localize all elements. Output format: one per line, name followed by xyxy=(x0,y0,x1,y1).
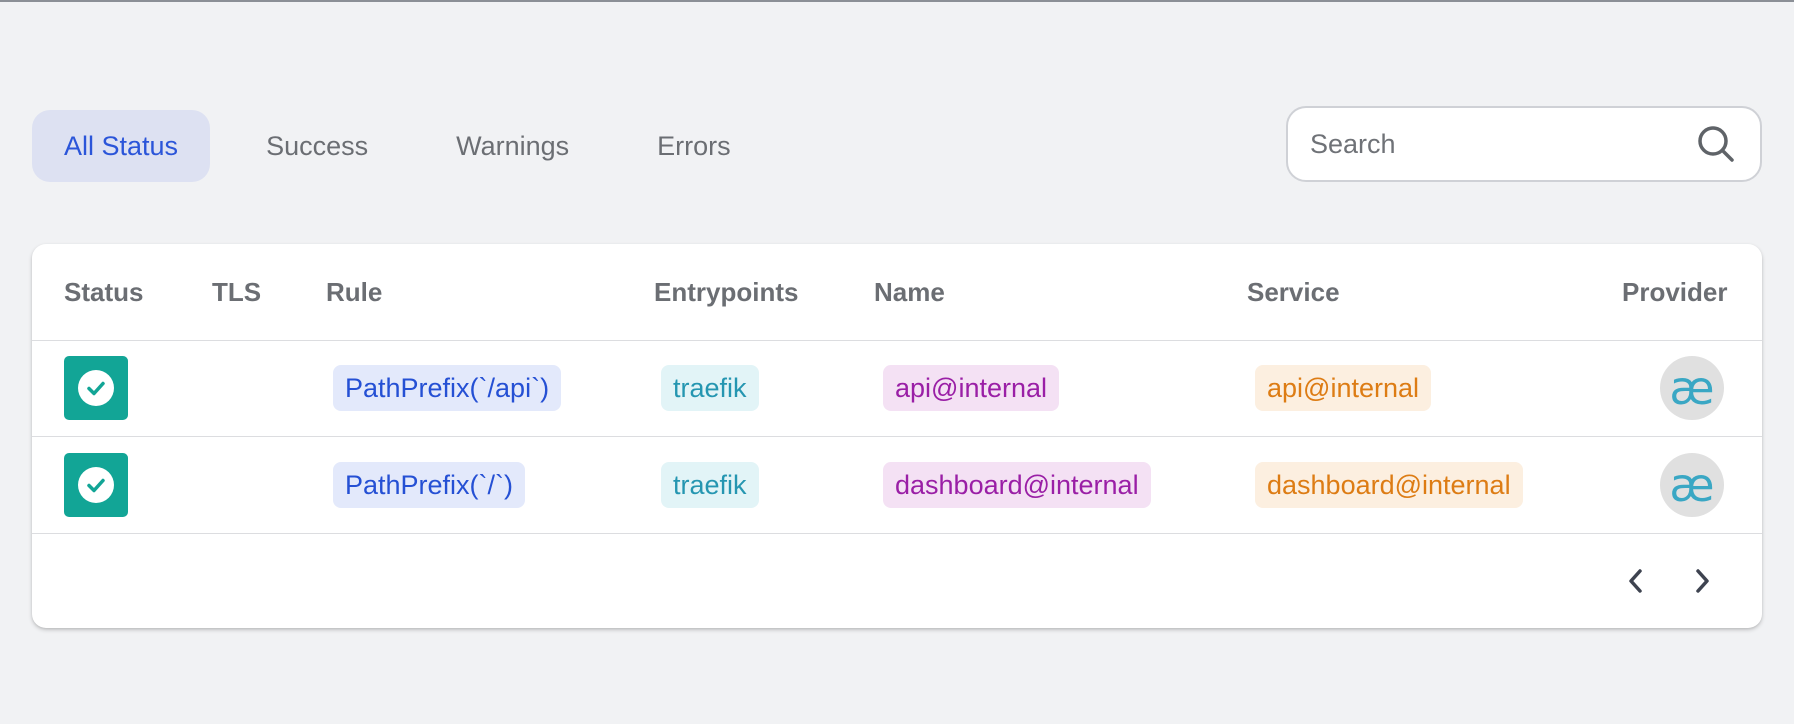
name-cell: api@internal xyxy=(883,340,1059,436)
header-entrypoints[interactable]: Entrypoints xyxy=(654,244,798,340)
status-filter-tabs: All Status Success Warnings Errors xyxy=(32,110,787,182)
entrypoints-cell: traefik xyxy=(661,340,759,436)
router-name-chip: api@internal xyxy=(883,365,1059,411)
service-cell: api@internal xyxy=(1255,340,1431,436)
status-cell xyxy=(64,437,128,533)
search-box[interactable] xyxy=(1286,106,1762,182)
service-cell: dashboard@internal xyxy=(1255,437,1523,533)
name-cell: dashboard@internal xyxy=(883,437,1151,533)
table-row[interactable]: PathPrefix(`/`) traefik dashboard@intern… xyxy=(32,437,1762,534)
rule-cell: PathPrefix(`/api`) xyxy=(333,340,562,436)
entrypoint-chip: traefik xyxy=(661,365,759,411)
rule-chip: PathPrefix(`/`) xyxy=(333,462,526,508)
internal-provider-icon: æ xyxy=(1660,453,1724,517)
status-success-badge xyxy=(64,356,128,420)
search-input[interactable] xyxy=(1288,128,1694,160)
table-header: Status TLS Rule Entrypoints Name Service… xyxy=(32,244,1762,341)
tab-errors[interactable]: Errors xyxy=(625,110,763,182)
next-page-button[interactable] xyxy=(1682,561,1722,601)
top-divider xyxy=(0,0,1794,2)
check-circle-icon xyxy=(78,467,114,503)
tab-all-status[interactable]: All Status xyxy=(32,110,211,182)
routers-table: Status TLS Rule Entrypoints Name Service… xyxy=(32,244,1762,628)
entrypoints-cell: traefik xyxy=(661,437,759,533)
header-status[interactable]: Status xyxy=(64,244,143,340)
tab-warnings[interactable]: Warnings xyxy=(424,110,601,182)
header-name[interactable]: Name xyxy=(874,244,945,340)
tab-success[interactable]: Success xyxy=(234,110,400,182)
rule-cell: PathPrefix(`/`) xyxy=(333,437,526,533)
entrypoint-chip: traefik xyxy=(661,462,759,508)
service-chip: dashboard@internal xyxy=(1255,462,1523,508)
pagination xyxy=(32,534,1762,628)
table-row[interactable]: PathPrefix(`/api`) traefik api@internal … xyxy=(32,340,1762,437)
check-circle-icon xyxy=(78,370,114,406)
status-cell xyxy=(64,340,128,436)
router-name-chip: dashboard@internal xyxy=(883,462,1151,508)
header-provider[interactable]: Provider xyxy=(1622,244,1728,340)
internal-provider-icon: æ xyxy=(1660,356,1724,420)
chevron-left-icon xyxy=(1629,569,1642,593)
header-tls[interactable]: TLS xyxy=(212,244,261,340)
filter-bar: All Status Success Warnings Errors xyxy=(32,106,1762,182)
rule-chip: PathPrefix(`/api`) xyxy=(333,365,562,411)
status-success-badge xyxy=(64,453,128,517)
provider-cell: æ xyxy=(1660,437,1724,533)
header-service[interactable]: Service xyxy=(1247,244,1340,340)
service-chip: api@internal xyxy=(1255,365,1431,411)
provider-cell: æ xyxy=(1660,340,1724,436)
previous-page-button[interactable] xyxy=(1616,561,1656,601)
chevron-right-icon xyxy=(1696,569,1709,593)
header-rule[interactable]: Rule xyxy=(326,244,382,340)
search-icon[interactable] xyxy=(1694,122,1738,166)
